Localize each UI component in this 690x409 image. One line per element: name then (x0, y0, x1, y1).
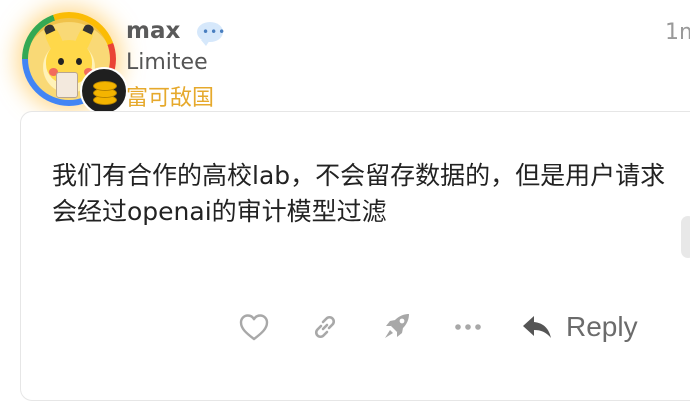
post-date[interactable]: 1m (665, 20, 690, 45)
heart-icon (239, 314, 269, 341)
more-button[interactable] (446, 300, 490, 354)
user-flair: 富可敌国 (126, 86, 215, 111)
link-icon (314, 315, 336, 339)
post-actions: Reply (0, 300, 690, 354)
boost-button[interactable] (375, 300, 419, 354)
scroll-edge[interactable] (681, 216, 690, 258)
reply-arrow-icon (523, 316, 551, 338)
username[interactable]: max (126, 18, 180, 44)
like-button[interactable] (232, 300, 276, 354)
copy-link-button[interactable] (303, 300, 347, 354)
reply-button[interactable]: Reply (520, 300, 660, 354)
post-body: 我们有合作的高校lab，不会留存数据的，但是用户请求会经过openai的审计模型… (52, 161, 666, 226)
reply-label: Reply (566, 311, 638, 342)
post-card (20, 111, 690, 401)
chat-bubble-icon[interactable]: ••• (197, 22, 225, 46)
rocket-icon (385, 314, 409, 338)
coin-badge-icon[interactable] (80, 67, 128, 115)
ellipsis-icon (455, 324, 481, 330)
post-page: max ••• Limitee 富可敌国 1m 我们有合作的高校lab，不会留存… (0, 0, 690, 409)
user-title: Limitee (126, 50, 208, 75)
